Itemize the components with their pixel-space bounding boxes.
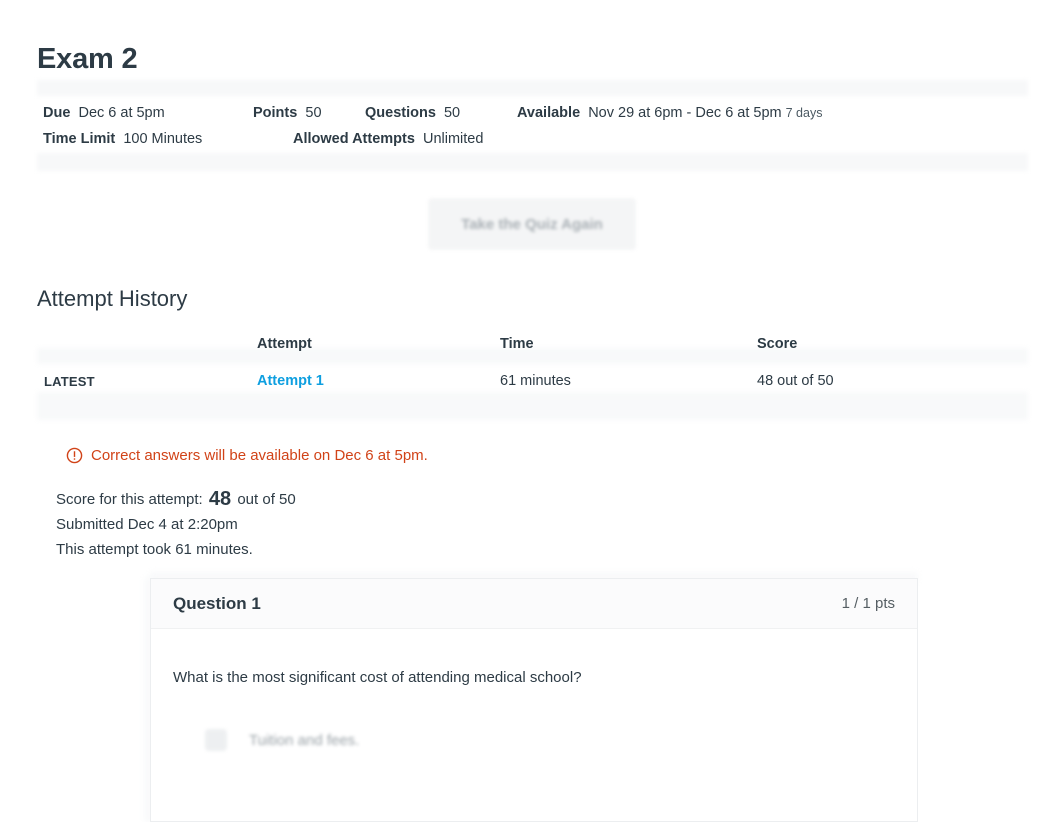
submitted-line: Submitted Dec 4 at 2:20pm [56, 516, 238, 533]
meta-allowed-attempts: Allowed Attempts Unlimited [293, 126, 483, 152]
meta-allowed-attempts-label: Allowed Attempts [293, 131, 415, 147]
question-points: 1 / 1 pts [841, 595, 895, 612]
question-card: Question 1 1 / 1 pts What is the most si… [150, 578, 918, 822]
col-header-time: Time [500, 336, 534, 352]
retake-quiz-button-wrap: Take the Quiz Again [428, 198, 636, 250]
meta-time-limit-label: Time Limit [43, 131, 116, 147]
quiz-meta-row-2: Time Limit 100 Minutes Allowed Attempts U… [43, 126, 1003, 152]
radio-button-icon[interactable] [205, 729, 227, 751]
attempt-cell: Attempt 1 [257, 373, 500, 389]
attempt-history-title: Attempt History [37, 286, 188, 311]
answer-label: Tuition and fees. [249, 731, 360, 749]
answers-list: Tuition and fees. [173, 717, 895, 763]
meta-questions: Questions 50 [365, 100, 517, 126]
score-prefix: Score for this attempt: [56, 491, 203, 508]
meta-available: Available Nov 29 at 6pm - Dec 6 at 5pm 7 … [517, 100, 822, 126]
meta-points: Points 50 [253, 100, 365, 126]
score-details: Score for this attempt: 48 out of 50 Sub… [56, 487, 296, 562]
meta-due: Due Dec 6 at 5pm [43, 100, 253, 126]
meta-available-label: Available [517, 105, 581, 121]
meta-allowed-attempts-value: Unlimited [422, 131, 484, 147]
warning-circle-icon [66, 447, 83, 464]
header-divider-top [37, 80, 1028, 96]
notice-text: Correct answers will be available on Dec… [91, 447, 428, 464]
meta-due-label: Due [43, 105, 71, 121]
table-header-row: Attempt Time Score [37, 330, 1028, 358]
meta-questions-value: 50 [443, 105, 461, 121]
meta-available-duration: 7 days [785, 106, 823, 120]
col-header-score: Score [757, 336, 798, 352]
score-value: 48 [208, 488, 232, 510]
meta-available-value: Nov 29 at 6pm - Dec 6 at 5pm [588, 105, 782, 121]
question-body: What is the most significant cost of att… [151, 629, 917, 763]
score-line: Score for this attempt: 48 out of 50 [56, 487, 296, 512]
correct-answers-notice: Correct answers will be available on Dec… [66, 447, 428, 464]
score-suffix: out of 50 [237, 491, 296, 508]
meta-due-value: Dec 6 at 5pm [78, 105, 165, 121]
take-quiz-again-button[interactable]: Take the Quiz Again [428, 198, 636, 250]
quiz-meta: Due Dec 6 at 5pm Points 50 Questions 50 Ava… [43, 100, 1003, 152]
quiz-meta-row-1: Due Dec 6 at 5pm Points 50 Questions 50 Ava… [43, 100, 1003, 126]
table-row: LATEST Attempt 1 61 minutes 48 out of 50 [37, 364, 1028, 398]
meta-time-limit-value: 100 Minutes [123, 131, 203, 147]
page-title: Exam 2 [37, 43, 138, 75]
attempt-1-link[interactable]: Attempt 1 [257, 373, 324, 389]
latest-badge: LATEST [44, 373, 95, 389]
attempt-history-table: Attempt Time Score LATEST Attempt 1 61 m… [37, 330, 1028, 398]
meta-time-limit: Time Limit 100 Minutes [43, 126, 293, 152]
question-header: Question 1 1 / 1 pts [151, 579, 917, 629]
duration-line: This attempt took 61 minutes. [56, 541, 253, 558]
question-name: Question 1 [173, 593, 261, 613]
answer-option[interactable]: Tuition and fees. [173, 717, 895, 763]
meta-points-label: Points [253, 105, 298, 121]
score-cell: 48 out of 50 [757, 373, 834, 389]
question-text: What is the most significant cost of att… [173, 669, 582, 686]
header-divider-bottom [37, 153, 1028, 171]
quiz-results-page: Exam 2 Due Dec 6 at 5pm Points 50 Question… [0, 0, 1062, 822]
col-header-attempt: Attempt [257, 336, 312, 352]
meta-points-value: 50 [305, 105, 322, 121]
time-cell: 61 minutes [500, 373, 571, 389]
meta-questions-label: Questions [365, 105, 436, 121]
